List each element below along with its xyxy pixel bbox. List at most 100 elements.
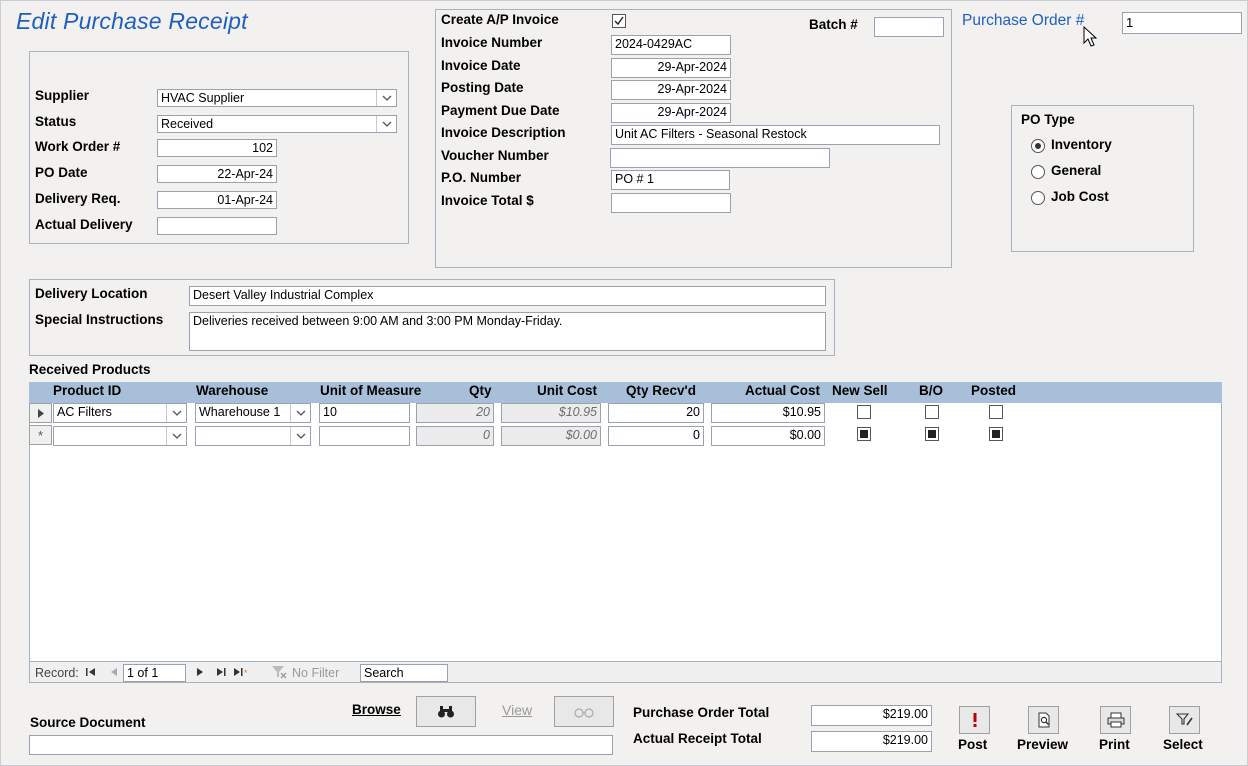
po-type-inventory-label: Inventory <box>1051 137 1112 152</box>
delivery-location-label: Delivery Location <box>35 286 148 301</box>
po-date-field[interactable]: 22-Apr-24 <box>157 165 277 183</box>
invoice-description-field[interactable]: Unit AC Filters - Seasonal Restock <box>611 125 940 145</box>
po-type-label: PO Type <box>1021 112 1075 127</box>
source-document-field[interactable] <box>29 735 613 755</box>
row2-actual-cost[interactable]: $0.00 <box>711 426 825 446</box>
preview-icon <box>1038 712 1049 728</box>
row2-qty: 0 <box>416 426 494 446</box>
batch-field[interactable] <box>874 17 944 37</box>
row1-posted-checkbox[interactable] <box>989 405 1003 419</box>
view-label: View <box>502 702 533 718</box>
browse-label[interactable]: Browse <box>352 702 401 717</box>
payment-due-field[interactable]: 29-Apr-2024 <box>611 103 731 123</box>
batch-label: Batch # <box>809 17 858 32</box>
row2-product-id[interactable] <box>53 426 187 446</box>
chevron-down-icon[interactable] <box>376 90 396 106</box>
voucher-number-field[interactable] <box>610 148 830 168</box>
invoice-total-label: Invoice Total $ <box>441 193 534 208</box>
actual-total-field: $219.00 <box>811 731 932 752</box>
col-bo: B/O <box>919 383 944 398</box>
po-number-field[interactable]: PO # 1 <box>611 170 730 190</box>
next-record-icon[interactable] <box>196 666 204 680</box>
payment-due-label: Payment Due Date <box>441 103 560 118</box>
browse-button[interactable] <box>416 696 476 727</box>
preview-label: Preview <box>1017 737 1069 752</box>
po-date-label: PO Date <box>35 165 88 180</box>
row2-new-sell-checkbox[interactable] <box>857 427 871 441</box>
new-record-icon[interactable]: * <box>233 666 249 680</box>
row2-uom[interactable] <box>319 426 410 446</box>
po-type-general-radio[interactable] <box>1031 165 1045 179</box>
previous-record-icon[interactable] <box>110 666 118 680</box>
supplier-label: Supplier <box>35 88 90 103</box>
supplier-combo[interactable]: HVAC Supplier <box>157 89 397 107</box>
create-ap-label: Create A/P Invoice <box>441 12 559 27</box>
delivery-location-field[interactable]: Desert Valley Industrial Complex <box>189 286 826 306</box>
row1-product-id[interactable]: AC Filters <box>53 403 187 423</box>
col-new-sell: New Sell <box>832 383 888 398</box>
filter-icon <box>271 665 287 682</box>
preview-button[interactable] <box>1028 706 1059 734</box>
actual-delivery-field[interactable] <box>157 217 277 235</box>
invoice-date-label: Invoice Date <box>441 58 521 73</box>
current-record-icon <box>37 408 44 418</box>
select-button[interactable] <box>1169 706 1200 734</box>
mouse-cursor-icon <box>1083 26 1098 47</box>
row1-qty: 20 <box>416 403 494 423</box>
row-selector[interactable] <box>29 403 52 423</box>
chevron-down-icon[interactable] <box>166 427 186 445</box>
view-button <box>554 696 614 727</box>
chevron-down-icon[interactable] <box>376 116 396 132</box>
col-unit-cost: Unit Cost <box>537 383 597 398</box>
row1-warehouse[interactable]: Wharehouse 1 <box>195 403 311 423</box>
posting-date-label: Posting Date <box>441 80 524 95</box>
purchase-order-field[interactable]: 1 <box>1122 12 1242 34</box>
special-instructions-field[interactable]: Deliveries received between 9:00 AM and … <box>189 312 826 351</box>
check-icon <box>614 16 624 26</box>
invoice-total-field[interactable] <box>611 193 731 213</box>
last-record-icon[interactable] <box>216 666 226 680</box>
col-product-id: Product ID <box>53 383 122 398</box>
col-warehouse: Warehouse <box>196 383 269 398</box>
row1-bo-checkbox[interactable] <box>925 405 939 419</box>
chevron-down-icon[interactable] <box>290 427 310 445</box>
row1-uom[interactable]: 10 <box>319 403 410 423</box>
row1-qty-recvd[interactable]: 20 <box>608 403 704 423</box>
row2-warehouse[interactable] <box>195 426 311 446</box>
po-type-inventory-radio[interactable] <box>1031 139 1045 153</box>
work-order-field[interactable]: 102 <box>157 139 277 157</box>
create-ap-checkbox[interactable] <box>612 14 626 28</box>
row1-unit-cost: $10.95 <box>501 403 601 423</box>
po-type-jobcost-radio[interactable] <box>1031 191 1045 205</box>
no-filter-label[interactable]: No Filter <box>292 666 339 680</box>
invoice-number-field[interactable]: 2024-0429AC <box>611 35 731 55</box>
row2-qty-recvd[interactable]: 0 <box>608 426 704 446</box>
delivery-req-field[interactable]: 01-Apr-24 <box>157 191 277 209</box>
record-navigation-bar: Record: 1 of 1 * No Filter Search <box>29 661 1222 683</box>
row1-actual-cost[interactable]: $10.95 <box>711 403 825 423</box>
work-order-label: Work Order # <box>35 139 121 154</box>
actual-total-label: Actual Receipt Total <box>633 731 762 746</box>
row2-bo-checkbox[interactable] <box>925 427 939 441</box>
post-button[interactable] <box>959 706 990 734</box>
print-button[interactable] <box>1100 706 1131 734</box>
chevron-down-icon[interactable] <box>166 404 186 422</box>
row2-posted-checkbox[interactable] <box>989 427 1003 441</box>
new-row-selector[interactable]: * <box>29 425 52 445</box>
chevron-down-icon[interactable] <box>290 404 310 422</box>
special-instructions-label: Special Instructions <box>35 312 164 327</box>
row1-new-sell-checkbox[interactable] <box>857 405 871 419</box>
first-record-icon[interactable] <box>86 666 96 680</box>
po-total-field: $219.00 <box>811 705 932 726</box>
col-qty-recvd: Qty Recv'd <box>626 383 696 398</box>
po-number-label: P.O. Number <box>441 170 522 185</box>
search-field[interactable]: Search <box>360 664 448 682</box>
posting-date-field[interactable]: 29-Apr-2024 <box>611 80 731 100</box>
exclamation-icon <box>973 713 976 727</box>
delivery-req-label: Delivery Req. <box>35 191 121 206</box>
print-label: Print <box>1099 737 1130 752</box>
col-posted: Posted <box>971 383 1017 398</box>
invoice-date-field[interactable]: 29-Apr-2024 <box>611 58 731 78</box>
status-combo[interactable]: Received <box>157 115 397 133</box>
current-record-field[interactable]: 1 of 1 <box>123 664 186 682</box>
